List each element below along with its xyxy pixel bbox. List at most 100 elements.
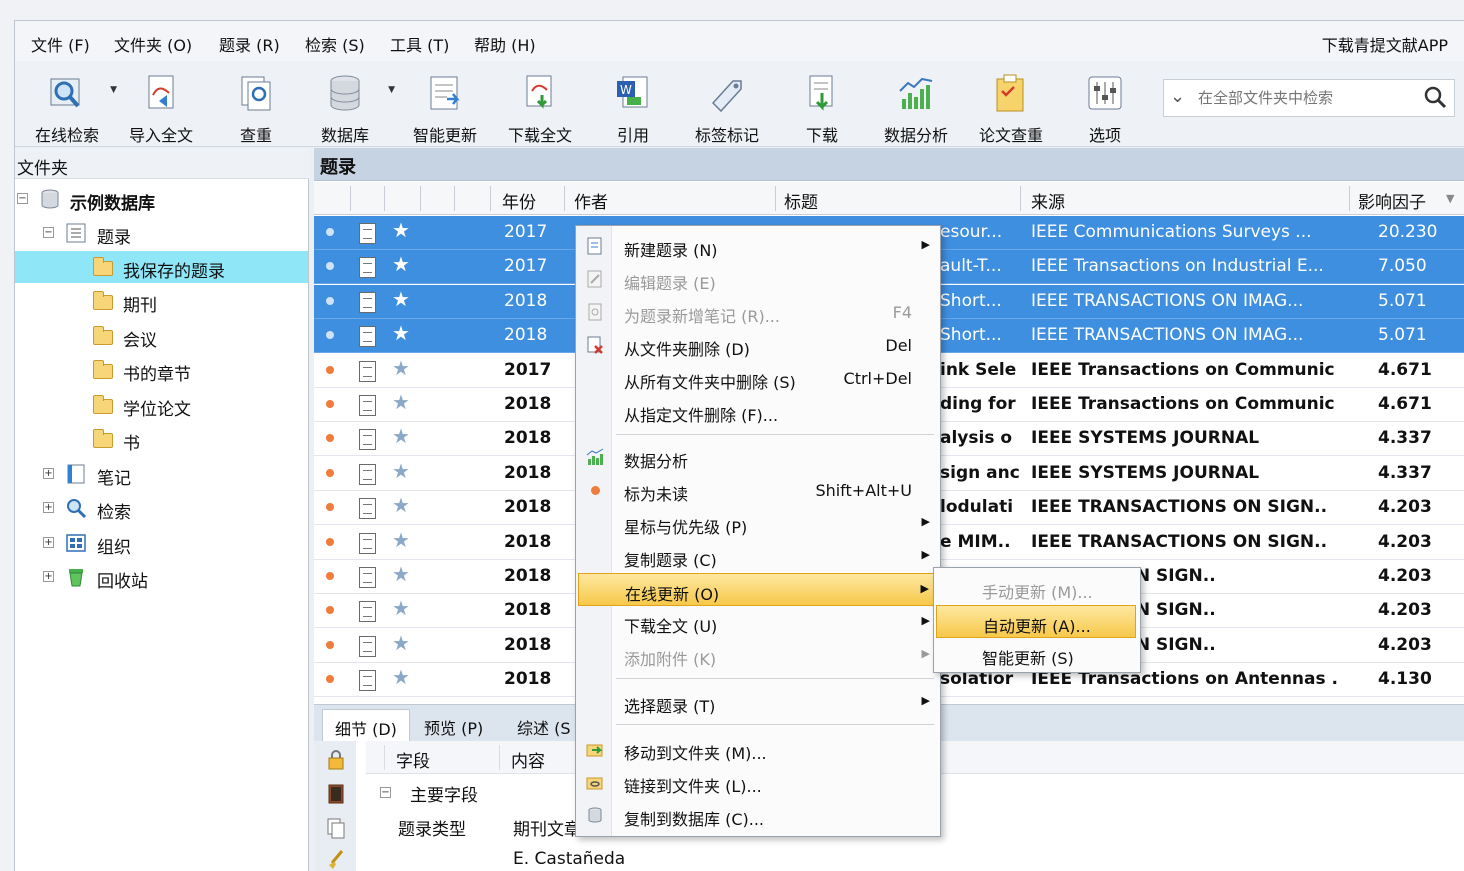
menu-item-add-note[interactable]: 为题录新增笔记 (R)... F4 xyxy=(578,296,938,329)
menu-item-edit-record[interactable]: 编辑题录 (E) xyxy=(578,263,938,296)
unread-dot-icon[interactable] xyxy=(326,228,334,236)
tree-item-journals[interactable]: 期刊 xyxy=(15,285,309,317)
tree-organize[interactable]: + 组织 xyxy=(15,527,309,559)
tree-item-conferences[interactable]: 会议 xyxy=(15,320,309,352)
download-fulltext-button[interactable]: 下载全文 xyxy=(500,69,580,145)
star-icon[interactable]: ★ xyxy=(392,528,410,552)
document-icon[interactable] xyxy=(359,601,376,623)
tree-item-theses[interactable]: 学位论文 xyxy=(15,389,309,421)
tree-item-saved-records[interactable]: 我保存的题录 xyxy=(15,251,308,283)
search-box[interactable]: ⌄ xyxy=(1163,79,1455,117)
menu-folder[interactable]: 文件夹 (O) xyxy=(114,32,192,56)
detail-author-value[interactable]: E. Castañeda xyxy=(513,849,625,869)
unread-dot-icon[interactable] xyxy=(326,296,334,305)
tab-preview[interactable]: 预览 (P) xyxy=(412,709,495,742)
online-search-button[interactable]: ▼ 在线检索 xyxy=(27,69,117,145)
tree-records[interactable]: − 题录 xyxy=(15,217,309,249)
unread-dot-icon[interactable] xyxy=(326,262,334,271)
menu-item-mark-unread[interactable]: 标为未读 Shift+Alt+U xyxy=(578,474,938,507)
document-icon[interactable] xyxy=(359,463,376,485)
collapse-icon[interactable]: − xyxy=(17,193,28,204)
unread-dot-icon[interactable] xyxy=(326,468,334,477)
document-icon[interactable] xyxy=(359,360,376,382)
menu-item-move-to-folder[interactable]: 移动到文件夹 (M)... xyxy=(578,733,938,766)
document-icon[interactable] xyxy=(359,291,376,313)
search-icon[interactable] xyxy=(1422,84,1448,110)
search-input[interactable] xyxy=(1198,87,1418,109)
column-title[interactable]: 标题 xyxy=(784,188,818,213)
unread-dot-icon[interactable] xyxy=(326,331,334,340)
tree-notes[interactable]: + 笔记 xyxy=(15,458,309,490)
column-source[interactable]: 来源 xyxy=(1031,188,1065,213)
menu-item-new-record[interactable]: 新建题录 (N) ▶ xyxy=(578,230,938,263)
column-impact-factor[interactable]: 影响因子 xyxy=(1358,188,1426,213)
unread-dot-icon[interactable] xyxy=(326,365,334,374)
unread-dot-icon[interactable] xyxy=(326,537,334,546)
data-analysis-button[interactable]: 数据分析 xyxy=(876,69,956,145)
star-icon[interactable]: ★ xyxy=(392,493,410,517)
star-icon[interactable]: ★ xyxy=(392,665,410,689)
lock-icon[interactable] xyxy=(326,749,346,771)
sort-arrow-icon[interactable]: ▼ xyxy=(1446,192,1454,205)
unread-dot-icon[interactable] xyxy=(326,434,334,443)
expand-icon[interactable]: + xyxy=(43,571,54,582)
document-icon[interactable] xyxy=(359,257,376,279)
book-icon[interactable] xyxy=(326,783,346,805)
collapse-icon[interactable]: − xyxy=(380,787,391,798)
tree-recycle-bin[interactable]: + 回收站 xyxy=(15,561,309,593)
menu-item-delete-from-all-folders[interactable]: 从所有文件夹中删除 (S) Ctrl+Del xyxy=(578,362,938,395)
document-icon[interactable] xyxy=(359,326,376,348)
import-fulltext-button[interactable]: 导入全文 xyxy=(121,69,201,145)
column-author[interactable]: 作者 xyxy=(574,188,608,213)
menu-item-download-fulltext[interactable]: 下载全文 (U) ▶ xyxy=(578,606,938,639)
chevron-down-icon[interactable]: ⌄ xyxy=(1170,86,1185,107)
menu-item-link-to-folder[interactable]: 链接到文件夹 (L)... xyxy=(578,766,938,799)
expand-icon[interactable]: + xyxy=(43,502,54,513)
document-icon[interactable] xyxy=(359,429,376,451)
menu-file[interactable]: 文件 (F) xyxy=(31,32,90,56)
collapse-icon[interactable]: − xyxy=(43,227,54,238)
star-icon[interactable]: ★ xyxy=(392,356,410,380)
menu-search[interactable]: 检索 (S) xyxy=(305,32,365,56)
tree-search[interactable]: + 检索 xyxy=(15,492,309,524)
detail-field-value[interactable]: 期刊文章 xyxy=(513,815,581,840)
cite-button[interactable]: W 引用 xyxy=(593,69,673,145)
star-icon[interactable]: ★ xyxy=(392,459,410,483)
tree-item-book-chapters[interactable]: 书的章节 xyxy=(15,354,309,386)
tab-details[interactable]: 细节 (D) xyxy=(322,709,410,742)
star-icon[interactable]: ★ xyxy=(392,287,410,311)
star-icon[interactable]: ★ xyxy=(392,218,410,242)
star-icon[interactable]: ★ xyxy=(392,631,410,655)
unread-dot-icon[interactable] xyxy=(326,572,334,580)
unread-dot-icon[interactable] xyxy=(326,606,334,615)
document-icon[interactable] xyxy=(359,670,376,692)
document-icon[interactable] xyxy=(359,223,376,244)
options-button[interactable]: 选项 xyxy=(1065,69,1145,145)
tag-mark-button[interactable]: 标签标记 xyxy=(687,69,767,145)
copy-icon[interactable] xyxy=(326,817,346,839)
expand-icon[interactable]: + xyxy=(43,537,54,548)
dedup-button[interactable]: 查重 xyxy=(216,69,296,145)
menu-help[interactable]: 帮助 (H) xyxy=(474,32,536,56)
menu-item-add-attachment[interactable]: 添加附件 (K) ▶ xyxy=(578,639,938,672)
star-icon[interactable]: ★ xyxy=(392,562,410,586)
tab-summary[interactable]: 综述 (S xyxy=(505,709,583,742)
star-icon[interactable]: ★ xyxy=(392,252,410,276)
expand-icon[interactable]: + xyxy=(43,468,54,479)
document-icon[interactable] xyxy=(359,498,376,520)
menu-item-online-update[interactable]: 在线更新 (O) ▶ xyxy=(578,573,938,606)
unread-dot-icon[interactable] xyxy=(326,675,334,684)
star-icon[interactable]: ★ xyxy=(392,321,410,345)
menu-item-data-analysis[interactable]: 数据分析 xyxy=(578,441,938,474)
document-icon[interactable] xyxy=(359,567,376,588)
unread-dot-icon[interactable] xyxy=(326,400,334,408)
menu-item-copy-to-database[interactable]: 复制到数据库 (C)... xyxy=(578,799,938,832)
menu-item-smart-update[interactable]: 智能更新 (S) xyxy=(936,638,1136,671)
column-year[interactable]: 年份 xyxy=(502,188,536,213)
menu-item-delete-from-specified[interactable]: 从指定文件删除 (F)... xyxy=(578,395,938,428)
menu-item-delete-from-folder[interactable]: 从文件夹删除 (D) Del xyxy=(578,329,938,362)
unread-dot-icon[interactable] xyxy=(326,640,334,649)
star-icon[interactable]: ★ xyxy=(392,424,410,448)
menu-records[interactable]: 题录 (R) xyxy=(219,32,280,56)
menu-tools[interactable]: 工具 (T) xyxy=(390,32,449,56)
